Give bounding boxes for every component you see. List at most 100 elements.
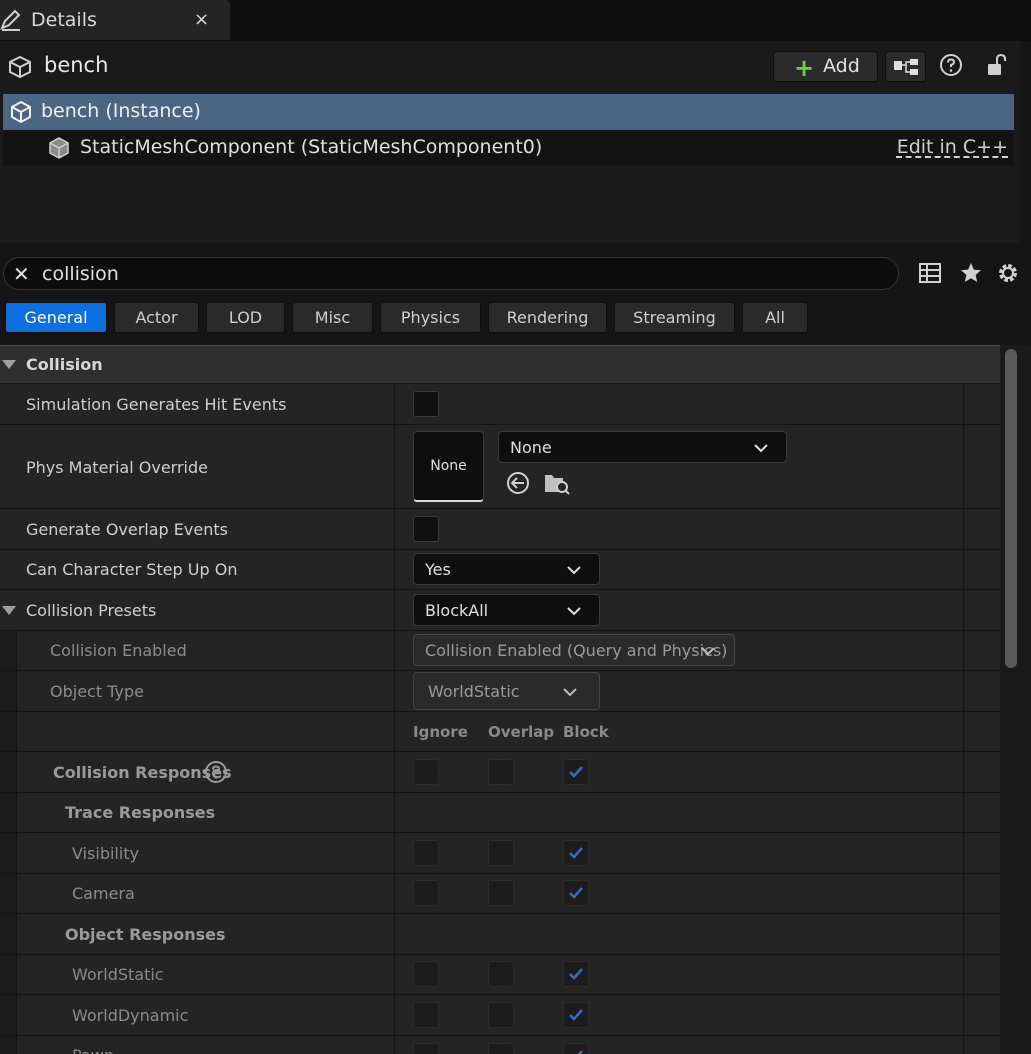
ignore-checkbox[interactable] [413,759,439,785]
filter-misc[interactable]: Misc [292,302,373,333]
settings-gear-icon[interactable] [996,261,1020,285]
favorites-star-icon[interactable] [959,261,983,285]
add-component-button[interactable]: + Add [773,51,878,82]
filter-lod[interactable]: LOD [206,302,285,333]
combo-value: Yes [425,560,451,579]
overlap-events-checkbox[interactable] [413,516,439,542]
overlap-checkbox[interactable] [488,880,514,906]
property-label: Visibility [72,844,140,863]
filter-streaming[interactable]: Streaming [614,302,735,333]
block-checkbox[interactable] [563,961,589,987]
block-checkbox[interactable] [563,759,589,785]
filter-actor[interactable]: Actor [114,302,199,333]
edit-in-cpp-link[interactable]: Edit in C++ [897,136,1008,158]
property-row: Collision Responses [0,752,1000,793]
checkmark-icon [569,968,583,980]
column-divider [963,425,964,508]
search-input[interactable] [42,260,862,287]
filter-all[interactable]: All [742,302,808,333]
ignore-checkbox[interactable] [413,880,439,906]
checkmark-icon [569,1009,583,1021]
property-label: WorldStatic [72,965,164,984]
overlap-checkbox[interactable] [488,1002,514,1028]
collision-enabled-combo[interactable]: Collision Enabled (Query and Physics) [413,634,735,666]
collapse-triangle-icon[interactable] [2,606,16,615]
column-divider [394,833,395,873]
use-selected-arrow-icon[interactable] [505,470,531,496]
column-divider [394,1036,395,1054]
block-checkbox[interactable] [563,1002,589,1028]
column-divider [394,793,395,832]
property-row: Collision Presets BlockAll [0,590,1000,631]
instance-label: bench (Instance) [41,100,201,122]
property-row: Visibility [0,833,1000,874]
object-type-combo[interactable]: WorldStatic [413,672,600,710]
presets-combo[interactable]: BlockAll [413,594,600,626]
step-up-combo[interactable]: Yes [413,553,600,585]
column-divider [394,631,395,670]
close-icon[interactable]: × [194,9,209,30]
property-label: Simulation Generates Hit Events [26,395,287,414]
block-checkbox[interactable] [563,880,589,906]
tab-details[interactable]: Details × [0,0,230,40]
component-row[interactable]: StaticMeshComponent (StaticMeshComponent… [3,130,1014,166]
material-thumbnail[interactable]: None [413,431,484,502]
block-checkbox[interactable] [563,1043,589,1054]
property-label: Pawn [72,1046,114,1054]
filter-rendering[interactable]: Rendering [488,302,607,333]
indent-bar [0,631,17,670]
overlap-checkbox[interactable] [488,840,514,866]
indent-bar [0,793,17,832]
table-view-icon[interactable] [918,261,942,285]
overlap-checkbox[interactable] [488,759,514,785]
property-row: Phys Material Override None [0,425,1000,509]
pencil-icon [0,9,21,31]
block-checkbox[interactable] [563,840,589,866]
filter-physics[interactable]: Physics [380,302,481,333]
help-icon[interactable] [204,760,228,784]
property-label: Object Type [50,682,144,701]
help-icon[interactable] [939,53,963,77]
column-divider [963,914,964,954]
component-label: StaticMeshComponent (StaticMeshComponent… [80,136,543,158]
column-divider [394,955,395,994]
filter-general[interactable]: General [5,302,107,333]
overlap-checkbox[interactable] [488,961,514,987]
property-row: Can Character Step Up On Yes [0,550,1000,590]
chevron-down-icon [567,607,581,616]
column-divider [963,590,964,630]
sim-hit-events-checkbox[interactable] [413,391,439,417]
property-label: Generate Overlap Events [26,520,228,539]
scrollbar-thumb[interactable] [1005,349,1017,668]
column-divider [394,995,395,1035]
ignore-checkbox[interactable] [413,1043,439,1054]
actor-name: bench [44,53,109,77]
indent-bar [0,671,17,711]
indent-bar [0,1036,17,1054]
indent-bar [0,712,17,751]
overlap-checkbox[interactable] [488,1043,514,1054]
search-box: ✕ [3,257,899,290]
indent-bar [0,752,17,792]
property-row: Pawn [0,1036,1000,1054]
instance-row[interactable]: bench (Instance) [3,94,1014,130]
column-divider [394,550,395,589]
collision-category[interactable]: Collision [0,346,1000,384]
checkmark-icon [569,847,583,859]
blueprint-button[interactable] [885,51,926,82]
category-title: Collision [26,355,103,374]
collapse-triangle-icon[interactable] [2,360,16,369]
column-divider [394,712,395,751]
ignore-checkbox[interactable] [413,1002,439,1028]
indent-bar [0,914,17,954]
column-ignore: Ignore [413,723,468,741]
clear-search-icon[interactable]: ✕ [13,262,30,286]
column-block: Block [563,723,609,741]
browse-folder-icon[interactable] [543,470,571,496]
ignore-checkbox[interactable] [413,961,439,987]
phys-material-combo[interactable]: None [498,431,787,463]
unlock-icon[interactable] [985,52,1009,78]
column-divider [394,590,395,630]
checkmark-icon [569,766,583,778]
ignore-checkbox[interactable] [413,840,439,866]
